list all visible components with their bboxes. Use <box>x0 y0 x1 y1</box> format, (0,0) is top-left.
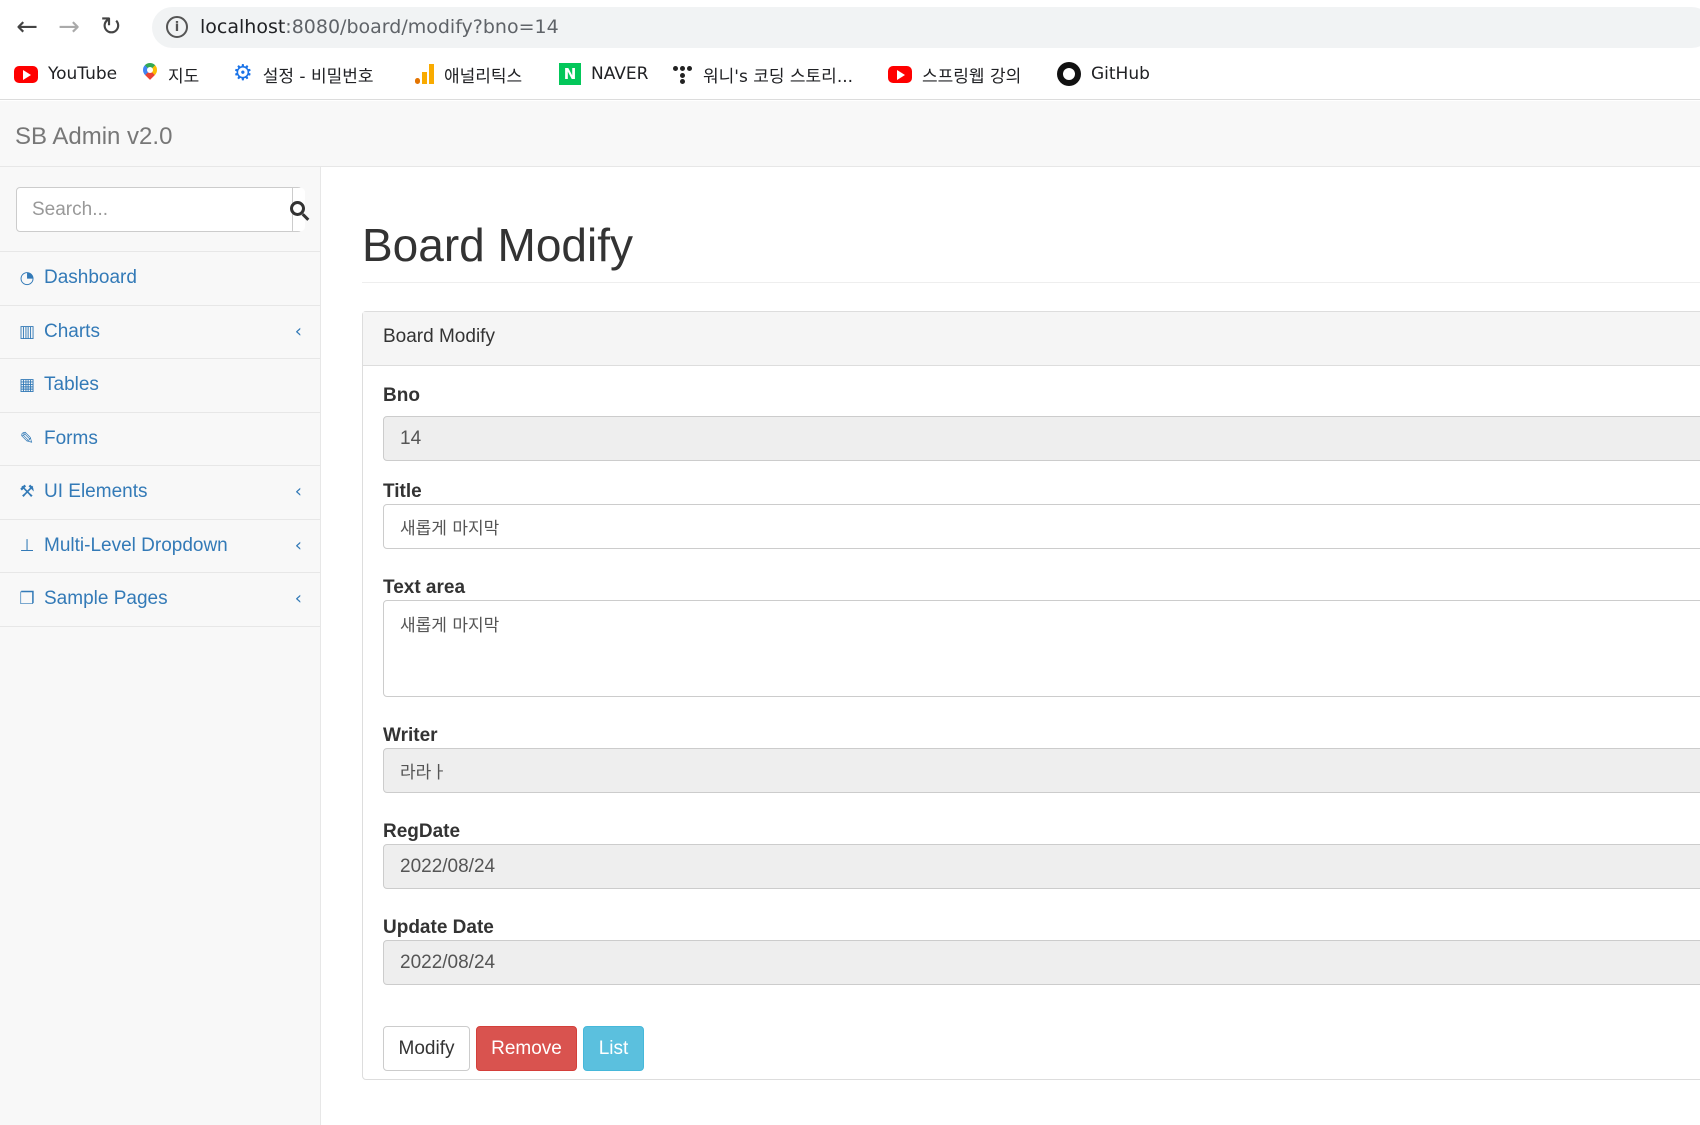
regdate-label: RegDate <box>383 821 461 842</box>
bookmark-wonie-coding[interactable]: 워니's 코딩 스토리... <box>673 60 853 88</box>
bookmark-settings-password[interactable]: ⚙ 설정 - 비밀번호 <box>233 60 374 88</box>
search-input[interactable] <box>17 188 292 231</box>
writer-label: Writer <box>383 725 438 746</box>
updatedate-label: Update Date <box>383 917 494 938</box>
gear-icon: ⚙ <box>233 61 253 86</box>
dots-icon <box>673 64 693 84</box>
chevron-left-icon: ‹ <box>294 588 302 609</box>
sidebar-item-dashboard[interactable]: ◔ Dashboard <box>0 252 320 306</box>
list-button[interactable]: List <box>583 1026 644 1071</box>
edit-icon: ✎ <box>19 428 35 449</box>
youtube-icon <box>888 65 912 83</box>
search-icon <box>290 200 305 216</box>
forward-icon[interactable]: → <box>52 10 86 44</box>
brand-link[interactable]: SB Admin v2.0 <box>15 123 172 151</box>
form-group-bno: Bno 14 <box>383 385 1700 461</box>
form-group-writer: Writer 라라ㅏ <box>383 725 1700 793</box>
chevron-left-icon: ‹ <box>294 320 302 342</box>
form-group-regdate: RegDate 2022/08/24 <box>383 821 1700 889</box>
title-label: Title <box>383 481 422 502</box>
title-field[interactable]: 새롭게 마지막 <box>383 504 1700 549</box>
bno-label: Bno <box>383 385 420 406</box>
youtube-icon <box>14 65 38 83</box>
form-group-title: Title 새롭게 마지막 <box>383 481 1700 549</box>
url-text[interactable]: localhost:8080/board/modify?bno=14 <box>200 16 559 38</box>
table-icon: ▦ <box>18 375 36 396</box>
sidebar-item-charts[interactable]: ▥ Charts ‹ <box>0 306 320 359</box>
reload-icon[interactable]: ↻ <box>94 10 128 44</box>
wrench-icon: ⚒ <box>19 482 35 503</box>
naver-icon: N <box>559 63 581 85</box>
back-icon[interactable]: ← <box>10 10 44 44</box>
chevron-left-icon: ‹ <box>294 481 302 502</box>
bookmark-youtube[interactable]: YouTube <box>14 60 117 88</box>
sidebar-item-multi-level-dropdown[interactable]: ⊥ Multi-Level Dropdown ‹ <box>0 520 320 573</box>
updatedate-field[interactable]: 2022/08/24 <box>383 940 1700 985</box>
bookmark-github[interactable]: GitHub <box>1057 60 1150 88</box>
sidebar-item-tables[interactable]: ▦ Tables <box>0 359 320 413</box>
address-bar[interactable]: i localhost:8080/board/modify?bno=14 <box>152 7 1700 48</box>
maps-pin-icon <box>142 63 158 85</box>
page-title: Board Modify <box>362 219 634 271</box>
top-navbar: SB Admin v2.0 <box>0 101 1700 167</box>
panel-heading: Board Modify <box>363 312 1700 366</box>
sidebar-item-forms[interactable]: ✎ Forms <box>0 413 320 466</box>
sidebar-item-sample-pages[interactable]: ❐ Sample Pages ‹ <box>0 573 320 627</box>
sidebar-item-ui-elements[interactable]: ⚒ UI Elements ‹ <box>0 466 320 520</box>
site-info-icon[interactable]: i <box>166 16 188 38</box>
files-icon: ❐ <box>19 589 35 610</box>
bookmark-spring-web[interactable]: 스프링웹 강의 <box>888 60 1021 88</box>
writer-field[interactable]: 라라ㅏ <box>383 748 1700 793</box>
browser-toolbar: ← → ↻ i localhost:8080/board/modify?bno=… <box>0 0 1700 50</box>
modify-button[interactable]: Modify <box>383 1026 470 1071</box>
sidebar-search <box>16 187 305 232</box>
sidebar-menu: ◔ Dashboard ▥ Charts ‹ ▦ Tables ✎ Forms … <box>0 251 320 627</box>
search-button[interactable] <box>290 188 305 231</box>
board-modify-panel: Board Modify Bno 14 Title 새롭게 마지막 Text a… <box>362 311 1700 1080</box>
chevron-left-icon: ‹ <box>294 534 302 556</box>
bar-chart-icon: ▥ <box>18 321 36 342</box>
form-group-content: Text area 새롭게 마지막 <box>383 577 1700 697</box>
form-group-updatedate: Update Date 2022/08/24 <box>383 917 1700 985</box>
analytics-icon <box>415 64 434 84</box>
dashboard-icon: ◔ <box>19 268 35 289</box>
page-header: Board Modify <box>362 212 1700 283</box>
bno-field[interactable]: 14 <box>383 416 1700 461</box>
remove-button[interactable]: Remove <box>476 1026 577 1071</box>
bookmark-naver[interactable]: N NAVER <box>559 60 648 88</box>
bookmark-analytics[interactable]: 애널리틱스 <box>415 60 522 88</box>
regdate-field[interactable]: 2022/08/24 <box>383 844 1700 889</box>
bookmark-maps[interactable]: 지도 <box>142 60 199 88</box>
content-textarea[interactable]: 새롭게 마지막 <box>383 600 1700 697</box>
bookmarks-bar: YouTube 지도 ⚙ 설정 - 비밀번호 애널리틱스 N NAVER 워니'… <box>0 50 1700 100</box>
sitemap-icon: ⊥ <box>19 535 35 556</box>
github-icon <box>1057 62 1081 86</box>
sidebar: ◔ Dashboard ▥ Charts ‹ ▦ Tables ✎ Forms … <box>0 167 321 1125</box>
content-label: Text area <box>383 577 466 598</box>
